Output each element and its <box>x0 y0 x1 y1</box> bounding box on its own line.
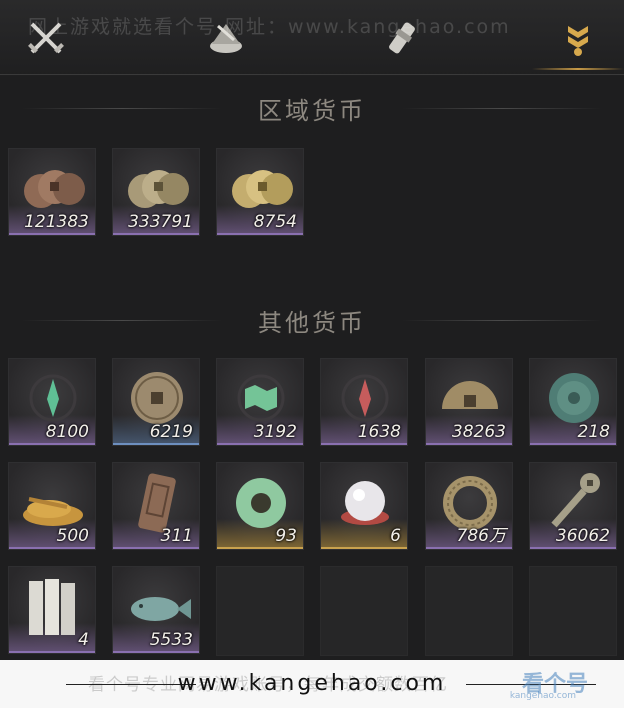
currency-slot[interactable]: 6219 <box>112 358 200 446</box>
currency-slot[interactable]: 6 <box>320 462 408 550</box>
item-count: 6 <box>390 526 401 546</box>
item-count: 311 <box>160 526 193 546</box>
item-count: 5533 <box>149 630 193 650</box>
item-count: 3192 <box>253 422 297 442</box>
empty-slot <box>320 566 408 656</box>
item-count: 8754 <box>253 212 297 232</box>
item-count: 500 <box>56 526 89 546</box>
divider <box>402 319 602 321</box>
section-title: 区域货币 <box>258 96 366 125</box>
currency-slot[interactable]: 1638 <box>320 358 408 446</box>
divider <box>402 107 602 109</box>
divider <box>22 107 222 109</box>
empty-slot <box>425 566 513 656</box>
item-count: 8100 <box>45 422 89 442</box>
item-count: 333791 <box>128 212 193 232</box>
currency-slot[interactable]: 333791 <box>112 148 200 236</box>
section-header-regional: 区域货币 <box>0 90 624 126</box>
item-count: 4 <box>78 630 89 650</box>
item-count: 36062 <box>555 526 610 546</box>
empty-slot <box>216 566 304 656</box>
currency-slot[interactable]: 5533 <box>112 566 200 654</box>
currency-slot[interactable]: 36062 <box>529 462 617 550</box>
currency-slot[interactable]: 218 <box>529 358 617 446</box>
item-count: 121383 <box>24 212 89 232</box>
currency-slot[interactable]: 8754 <box>216 148 304 236</box>
currency-slot[interactable]: 786万 <box>425 462 513 550</box>
currency-slot[interactable]: 500 <box>8 462 96 550</box>
item-count: 6219 <box>149 422 193 442</box>
coin-stack-icon <box>568 26 588 56</box>
tab-currency[interactable] <box>532 10 624 70</box>
category-tab-bar: 网上游戏就选看个号 网址：www.kangehao.com <box>0 0 624 76</box>
item-count: 38263 <box>451 422 506 442</box>
currency-slot[interactable]: 93 <box>216 462 304 550</box>
section-header-other: 其他货币 <box>0 302 624 338</box>
currency-slot[interactable]: 3192 <box>216 358 304 446</box>
section-title: 其他货币 <box>258 308 366 337</box>
item-count: 218 <box>577 422 610 442</box>
empty-slot <box>529 566 617 656</box>
currency-slot[interactable]: 311 <box>112 462 200 550</box>
banner-logo-sub: kangehao.com <box>509 691 576 701</box>
divider <box>22 319 222 321</box>
watermark-text: 网上游戏就选看个号 网址：www.kangehao.com <box>28 16 511 38</box>
currency-slot[interactable]: 121383 <box>8 148 96 236</box>
item-count: 93 <box>275 526 297 546</box>
currency-slot[interactable]: 4 <box>8 566 96 654</box>
item-count: 1638 <box>357 422 401 442</box>
watermark-banner: 看个号专业网易游戏账号，每年成交额数百亿 www.kangehao.com 看个… <box>0 660 624 708</box>
divider <box>0 74 624 75</box>
currency-slot[interactable]: 38263 <box>425 358 513 446</box>
item-count: 786万 <box>456 526 506 546</box>
currency-slot[interactable]: 8100 <box>8 358 96 446</box>
